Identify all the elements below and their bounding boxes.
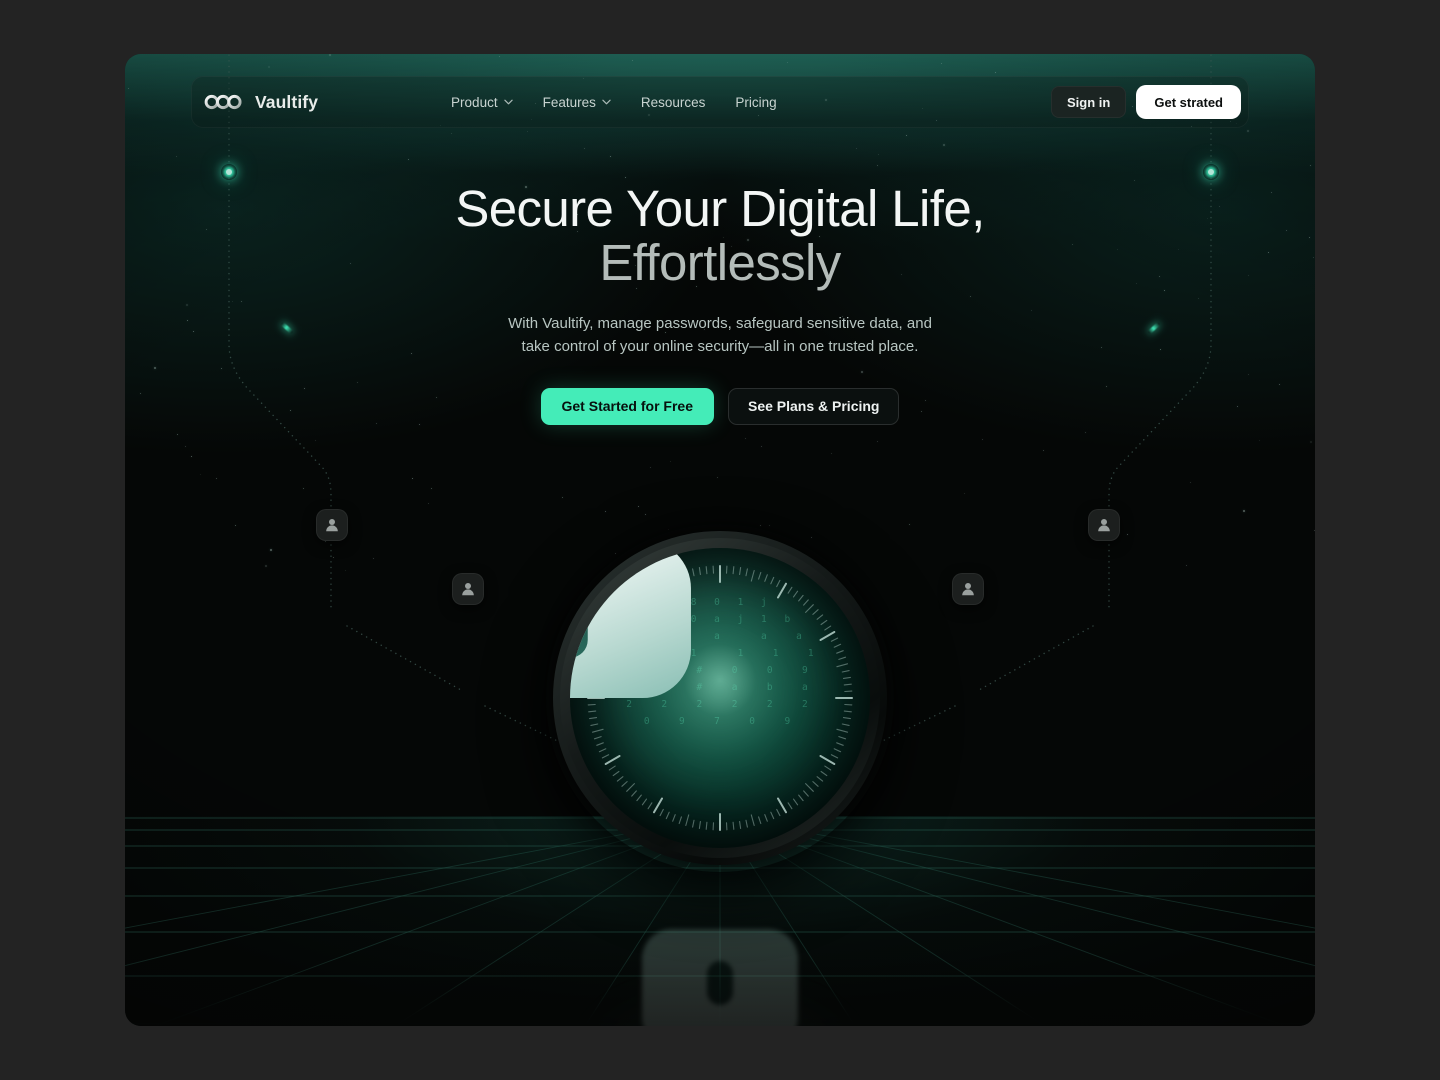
hero-subtitle-line2: take control of your online security—all… <box>521 337 919 355</box>
page-title: Secure Your Digital Life, Effortlessly <box>125 180 1315 292</box>
nav-actions: Sign in Get strated <box>1051 85 1241 119</box>
nav-item-pricing[interactable]: Pricing <box>735 95 776 110</box>
vault-dial-face: 4 8 0 1 j j 1 0 a j 1 b a a a a a 1 1 1 … <box>570 548 870 848</box>
get-started-free-button[interactable]: Get Started for Free <box>540 387 714 425</box>
person-icon <box>326 519 338 532</box>
avatar-node-right-upper[interactable] <box>1088 509 1120 541</box>
page-title-line1: Secure Your Digital Life, <box>455 180 985 237</box>
triple-loop-infinity-icon <box>204 94 242 110</box>
chevron-down-icon <box>503 99 513 105</box>
nav-item-features-label: Features <box>542 94 596 110</box>
hero-copy: Secure Your Digital Life, Effortlessly W… <box>125 180 1315 425</box>
page-title-line2: Effortlessly <box>599 234 841 292</box>
vault-dial-graphic: 4 8 0 1 j j 1 0 a j 1 b a a a a a 1 1 1 … <box>542 518 898 874</box>
navbar: Vaultify Product Features Resources Pric… <box>191 76 1249 128</box>
hero-subtitle: With Vaultify, manage passwords, safegua… <box>125 313 1315 359</box>
hero-card: Vaultify Product Features Resources Pric… <box>125 54 1315 1026</box>
nav-item-resources[interactable]: Resources <box>641 95 706 110</box>
person-icon <box>1098 519 1110 532</box>
hero-subtitle-line1: With Vaultify, manage passwords, safegua… <box>508 315 932 333</box>
avatar-node-left-upper[interactable] <box>316 509 348 541</box>
nav-item-pricing-label: Pricing <box>735 94 777 110</box>
brand-name: Vaultify <box>255 91 319 112</box>
nav-item-product[interactable]: Product <box>451 95 513 110</box>
path-node-left <box>221 164 237 180</box>
nav-item-resources-label: Resources <box>640 94 706 110</box>
page-stage: Vaultify Product Features Resources Pric… <box>0 0 1440 1080</box>
brand-logo[interactable]: Vaultify <box>203 92 318 113</box>
nav-item-product-label: Product <box>451 94 498 110</box>
chevron-down-icon <box>602 99 611 105</box>
padlock-icon <box>570 548 691 698</box>
see-plans-pricing-button[interactable]: See Plans & Pricing <box>727 387 900 425</box>
person-icon <box>962 583 974 596</box>
get-started-button[interactable]: Get strated <box>1136 85 1241 119</box>
avatar-node-left-lower[interactable] <box>452 573 484 605</box>
nav-item-features[interactable]: Features <box>543 95 611 110</box>
cta-row: Get Started for Free See Plans & Pricing <box>125 387 1315 425</box>
avatar-node-right-lower[interactable] <box>952 573 984 605</box>
path-node-right <box>1203 164 1219 180</box>
person-icon <box>462 583 474 596</box>
sign-in-button[interactable]: Sign in <box>1051 86 1127 118</box>
nav-links: Product Features Resources Pricing <box>451 95 777 110</box>
